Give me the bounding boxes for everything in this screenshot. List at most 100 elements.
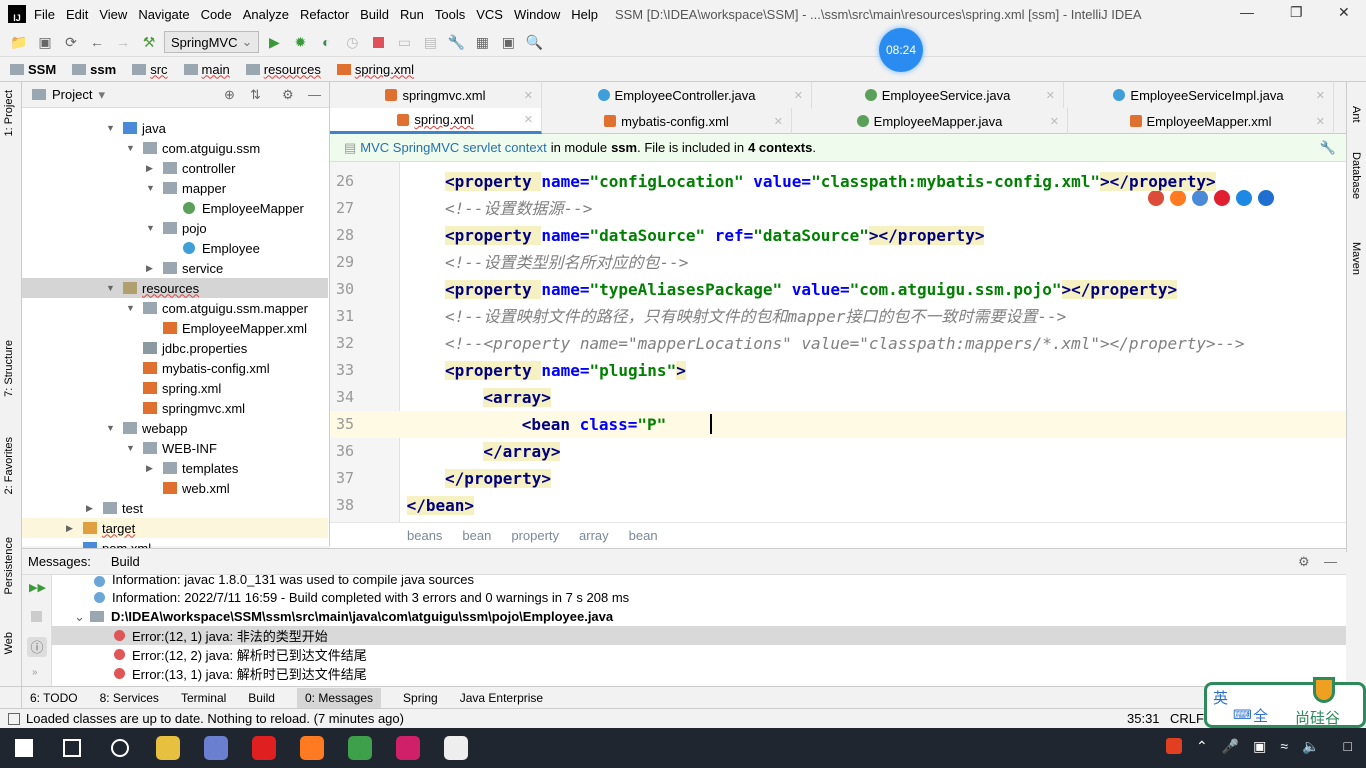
taskbar-chrome[interactable] xyxy=(336,728,384,768)
message-row[interactable]: Error:(12, 1) java: 非法的类型开始 xyxy=(52,626,1346,645)
menu-vcs[interactable]: VCS xyxy=(476,7,503,22)
breadcrumb-item[interactable]: resources xyxy=(245,62,321,77)
taskbar-windows-start[interactable] xyxy=(0,728,48,768)
menu-build[interactable]: Build xyxy=(360,7,389,22)
stop-icon[interactable] xyxy=(367,31,389,53)
breadcrumb-item[interactable]: SSM xyxy=(10,62,56,77)
hide-icon[interactable]: — xyxy=(308,87,321,102)
stripe-persistence[interactable]: Persistence xyxy=(3,537,15,594)
line-separator[interactable]: CRLF xyxy=(1170,711,1204,726)
toolwindow-build[interactable]: Build xyxy=(248,691,275,705)
forward-icon[interactable]: → xyxy=(112,31,134,53)
tab-employeecontroller-java[interactable]: EmployeeController.java ✕ xyxy=(542,82,812,108)
toolwindow-todo[interactable]: 6: TODO xyxy=(30,691,78,705)
attach-icon[interactable]: ▭ xyxy=(393,31,415,53)
chevron-down-icon[interactable]: ▼ xyxy=(106,283,115,293)
menu-view[interactable]: View xyxy=(99,7,127,22)
stripe-favorites[interactable]: 2: Favorites xyxy=(3,437,15,494)
run-configuration-select[interactable]: SpringMVC ⌄ xyxy=(164,31,260,53)
xml-breadcrumb-item[interactable]: property xyxy=(511,528,559,543)
breadcrumb-item[interactable]: src xyxy=(132,62,168,77)
toolwindow-messages[interactable]: 0: Messages xyxy=(296,687,382,708)
stripe-structure[interactable]: 7: Structure xyxy=(3,340,15,397)
taskbar-search[interactable] xyxy=(48,728,96,768)
chevron-right-icon[interactable]: ▶ xyxy=(146,263,153,274)
close-tab-icon[interactable]: ✕ xyxy=(1316,89,1325,102)
menu-file[interactable]: File xyxy=(34,7,55,22)
chevron-down-icon[interactable]: ▼ xyxy=(106,423,115,433)
status-icon[interactable] xyxy=(8,712,20,725)
code-editor[interactable]: 26 <property name="configLocation" value=… xyxy=(330,162,1346,522)
taskbar-typora[interactable] xyxy=(432,728,480,768)
tree-item[interactable]: ▼ WEB-INF xyxy=(22,438,328,458)
tree-item[interactable]: web.xml xyxy=(22,478,328,498)
taskbar-intellij[interactable] xyxy=(384,728,432,768)
breadcrumb-item[interactable]: ssm xyxy=(72,62,116,77)
sync-icon[interactable]: ⟳ xyxy=(60,31,82,53)
save-icon[interactable]: ▣ xyxy=(34,31,56,53)
battery-icon[interactable]: ▣ xyxy=(1253,738,1266,755)
project-panel-title[interactable]: Project xyxy=(52,87,92,102)
close-tab-icon[interactable]: ✕ xyxy=(1316,115,1325,128)
hide-icon[interactable]: — xyxy=(1324,554,1337,569)
tab-employeeservice-java[interactable]: EmployeeService.java ✕ xyxy=(812,82,1064,108)
tree-item[interactable]: ▼ resources xyxy=(22,278,328,298)
stripe-web[interactable]: Web xyxy=(3,632,15,654)
profile-icon[interactable]: ◷ xyxy=(341,31,363,53)
chevron-down-icon[interactable]: ▼ xyxy=(146,223,155,233)
tree-item[interactable]: spring.xml xyxy=(22,378,328,398)
chevron-right-icon[interactable]: ▶ xyxy=(146,163,153,174)
chevron-down-icon[interactable]: ▾ xyxy=(98,87,105,103)
menu-refactor[interactable]: Refactor xyxy=(300,7,349,22)
chevron-right-icon[interactable]: ▶ xyxy=(86,503,93,514)
xml-breadcrumb-item[interactable]: bean xyxy=(462,528,491,543)
close-tab-icon[interactable]: ✕ xyxy=(794,89,803,102)
chevron-down-icon[interactable]: ▼ xyxy=(146,183,155,193)
chevron-right-icon[interactable]: ▶ xyxy=(66,523,73,534)
presentation-icon[interactable]: ▣ xyxy=(497,31,519,53)
tab-mybatis-config-xml[interactable]: mybatis-config.xml ✕ xyxy=(542,108,792,134)
taskbar-youdao[interactable] xyxy=(240,728,288,768)
ime-language[interactable]: 英 xyxy=(1213,687,1228,708)
chevron-down-icon[interactable]: ▼ xyxy=(126,303,135,313)
gear-icon[interactable]: ⚙ xyxy=(1298,554,1310,570)
tree-item[interactable]: ▼ pojo xyxy=(22,218,328,238)
tree-item[interactable]: EmployeeMapper xyxy=(22,198,328,218)
keyboard-icon[interactable]: ⌨ xyxy=(1233,707,1252,723)
stripe-database[interactable]: Database xyxy=(1350,152,1362,199)
menu-tools[interactable]: Tools xyxy=(435,7,465,22)
menu-run[interactable]: Run xyxy=(400,7,424,22)
tree-item[interactable]: mybatis-config.xml xyxy=(22,358,328,378)
menu-help[interactable]: Help xyxy=(571,7,598,22)
tab-employeemapper-xml[interactable]: EmployeeMapper.xml ✕ xyxy=(1068,108,1334,134)
tab-employeeserviceimpl-java[interactable]: EmployeeServiceImpl.java ✕ xyxy=(1064,82,1334,108)
chevron-down-icon[interactable]: ▼ xyxy=(126,143,135,153)
locate-icon[interactable]: ⊕ xyxy=(224,87,235,103)
notification-icon[interactable]: □ xyxy=(1344,738,1352,755)
search-icon[interactable]: 🔍 xyxy=(523,31,545,53)
chevron-right-icon[interactable]: ▶ xyxy=(146,463,153,474)
close-tab-icon[interactable]: ✕ xyxy=(1050,115,1059,128)
chevron-down-icon[interactable]: ▼ xyxy=(126,443,135,453)
message-row[interactable]: Information: 2022/7/11 16:59 - Build com… xyxy=(52,588,1346,607)
stop-icon[interactable] xyxy=(31,611,42,622)
build-hammer-icon[interactable]: ⚒ xyxy=(138,31,160,53)
back-icon[interactable]: ← xyxy=(86,31,108,53)
tree-item[interactable]: ▶ test xyxy=(22,498,328,518)
coverage-icon[interactable]: ◐ xyxy=(315,31,337,53)
wrench-icon[interactable]: 🔧 xyxy=(1320,140,1336,156)
settings-wrench-icon[interactable]: 🔧 xyxy=(445,31,467,53)
tab-build[interactable]: Build xyxy=(111,554,140,569)
message-row[interactable]: Error:(13, 1) java: 解析时已到达文件结尾 xyxy=(52,664,1346,683)
taskbar-app-blue[interactable] xyxy=(192,728,240,768)
xml-breadcrumb-item[interactable]: beans xyxy=(407,528,442,543)
tree-item[interactable]: ▶ templates xyxy=(22,458,328,478)
taskbar-firefox[interactable] xyxy=(288,728,336,768)
contexts-link[interactable]: 4 contexts xyxy=(748,140,812,155)
chevron-down-icon[interactable]: ▼ xyxy=(106,123,115,133)
breadcrumb-item[interactable]: spring.xml xyxy=(336,62,414,77)
tree-item[interactable]: ▼ webapp xyxy=(22,418,328,438)
toolwindow-terminal[interactable]: Terminal xyxy=(181,691,226,705)
tree-item[interactable]: ▶ service xyxy=(22,258,328,278)
tree-item[interactable]: ▼ java xyxy=(22,118,328,138)
